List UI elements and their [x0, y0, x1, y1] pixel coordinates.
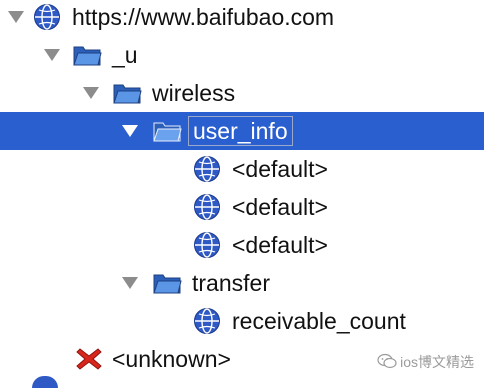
tree-row-label: user_info	[188, 116, 293, 146]
tree-row-request-default[interactable]: <default>	[0, 150, 484, 188]
tree-row-label: wireless	[152, 80, 236, 106]
globe-icon	[32, 3, 62, 31]
tree-row-folder-u[interactable]: _u	[0, 36, 484, 74]
tree-row-label: <default>	[232, 156, 328, 182]
tree-row-label: _u	[112, 42, 138, 68]
disclosure-triangle-expanded-icon[interactable]	[83, 87, 99, 99]
globe-icon	[192, 307, 222, 335]
watermark: ios博文精选	[377, 352, 474, 372]
disclosure-triangle-expanded-icon[interactable]	[8, 11, 24, 23]
tree-row-request-default[interactable]: <default>	[0, 226, 484, 264]
tree-row-label: <default>	[232, 232, 328, 258]
folder-icon	[152, 269, 182, 297]
wechat-icon	[377, 353, 397, 369]
tree-row-label: https://www.baifubao.com	[72, 4, 335, 30]
tree-row-folder-wireless[interactable]: wireless	[0, 74, 484, 112]
tree-row-label: transfer	[192, 270, 270, 296]
tree-row-request-receivable-count[interactable]: receivable_count	[0, 302, 484, 340]
tree-row-label: <unknown>	[112, 346, 231, 372]
disclosure-triangle-expanded-icon[interactable]	[122, 277, 138, 289]
tree-row-host[interactable]: https://www.baifubao.com	[0, 0, 484, 36]
tree-row-label: <default>	[232, 194, 328, 220]
request-tree: https://www.baifubao.com _u wireless use…	[0, 0, 484, 388]
watermark-text: ios博文精选	[400, 354, 474, 370]
globe-icon	[192, 231, 222, 259]
disclosure-triangle-expanded-icon[interactable]	[44, 49, 60, 61]
disclosure-triangle-expanded-icon[interactable]	[122, 125, 138, 137]
error-x-icon	[74, 345, 104, 373]
globe-icon	[192, 155, 222, 183]
globe-icon	[192, 193, 222, 221]
tree-row-request-default[interactable]: <default>	[0, 188, 484, 226]
folder-icon	[152, 117, 182, 145]
folder-icon	[72, 41, 102, 69]
tree-row-folder-transfer[interactable]: transfer	[0, 264, 484, 302]
folder-icon	[112, 79, 142, 107]
tree-row-folder-user-info[interactable]: user_info	[0, 112, 484, 150]
tree-row-label: receivable_count	[232, 308, 406, 334]
